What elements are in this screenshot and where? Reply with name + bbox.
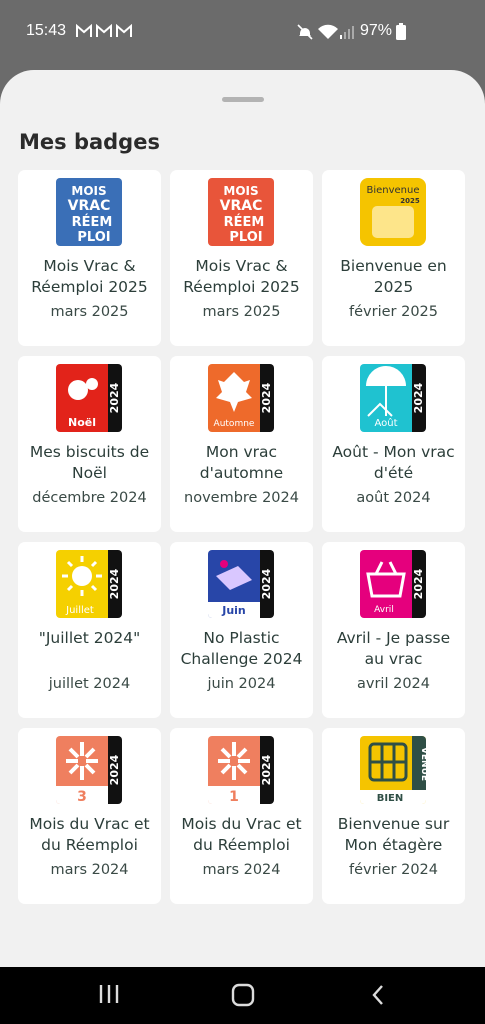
gmail-notification-icons	[76, 23, 136, 43]
mois-vrac-3-badge: 2024 3	[56, 736, 122, 804]
page-title: Mes badges	[19, 130, 160, 154]
badge-card[interactable]: 2024 Juin No Plastic Challenge 2024 juin…	[170, 542, 313, 718]
svg-text:Juin: Juin	[221, 604, 246, 617]
svg-text:RÉEM: RÉEM	[224, 214, 265, 230]
badge-name: Mois Vrac & Réemploi 2025	[183, 257, 300, 296]
badge-card[interactable]: 2024 Noël Mes biscuits de Noël décembre …	[18, 356, 161, 532]
bienvenue-2025-badge: Bienvenue 2025	[360, 178, 426, 246]
badge-name: No Plastic Challenge 2024	[180, 629, 303, 668]
svg-text:2024: 2024	[412, 382, 425, 413]
badge-name: Mois du Vrac et du Réemploi	[181, 815, 302, 854]
svg-text:2024: 2024	[108, 754, 121, 785]
signal-icon	[340, 24, 354, 45]
badge-card[interactable]: 2024 1 Mois du Vrac et du Réemploi mars …	[170, 728, 313, 904]
svg-text:PLOI: PLOI	[77, 230, 110, 245]
noel-2024-badge: 2024 Noël	[56, 364, 122, 432]
svg-text:2024: 2024	[108, 382, 121, 413]
badge-card[interactable]: 2024 Juillet "Juillet 2024" juillet 2024	[18, 542, 161, 718]
svg-text:1: 1	[229, 789, 239, 804]
badge-name: Bienvenue sur Mon étagère	[337, 815, 450, 854]
svg-text:PLOI: PLOI	[229, 230, 262, 245]
badge-name: Bienvenue en 2025	[340, 257, 447, 296]
mois-vrac-reemploi-orange-badge: MOIS VRAC RÉEM PLOI	[208, 178, 274, 246]
badge-name: Mois Vrac & Réemploi 2025	[31, 257, 148, 296]
aout-2024-badge: 2024 Août	[360, 364, 426, 432]
svg-text:3: 3	[77, 789, 87, 804]
svg-text:Bienvenue: Bienvenue	[366, 185, 419, 196]
automne-2024-badge: 2024 Automne	[208, 364, 274, 432]
badge-name: Mes biscuits de Noël	[29, 443, 150, 482]
badge-card[interactable]: 2024 Août Août - Mon vrac d'été août 202…	[322, 356, 465, 532]
svg-text:2024: 2024	[412, 568, 425, 599]
badge-name: "Juillet 2024"	[38, 629, 141, 647]
svg-text:2024: 2024	[260, 382, 273, 413]
juin-2024-badge: 2024 Juin	[208, 550, 274, 618]
badge-date: décembre 2024	[32, 490, 147, 506]
recent-apps-icon[interactable]	[96, 983, 126, 1009]
juillet-2024-badge: 2024 Juillet	[56, 550, 122, 618]
badges-bottom-sheet: Mes badges MOIS VRAC RÉEM PLOI Mois Vrac…	[0, 70, 485, 967]
svg-text:RÉEM: RÉEM	[72, 214, 113, 230]
badge-date: août 2024	[356, 490, 431, 506]
badge-date: mars 2024	[50, 862, 129, 878]
back-icon[interactable]	[368, 983, 398, 1009]
mois-vrac-1-badge: 2024 1	[208, 736, 274, 804]
badge-card[interactable]: VENUE BIEN Bienvenue sur Mon étagère fév…	[322, 728, 465, 904]
badge-date: avril 2024	[357, 676, 430, 692]
svg-text:2024: 2024	[260, 568, 273, 599]
svg-text:VENUE: VENUE	[419, 747, 426, 781]
badge-date: novembre 2024	[184, 490, 299, 506]
badge-date: mars 2025	[50, 304, 129, 320]
battery-percent: 97%	[360, 22, 393, 39]
svg-text:Août: Août	[374, 417, 397, 429]
badge-card[interactable]: Bienvenue 2025 Bienvenue en 2025 février…	[322, 170, 465, 346]
svg-text:2024: 2024	[260, 754, 273, 785]
badge-name: Mois du Vrac et du Réemploi	[29, 815, 150, 854]
avril-2024-badge: 2024 Avril	[360, 550, 426, 618]
badge-date: février 2025	[349, 304, 438, 320]
svg-text:Avril: Avril	[374, 605, 394, 615]
home-icon[interactable]	[230, 983, 260, 1009]
svg-text:Noël: Noël	[68, 416, 96, 429]
svg-text:MOIS: MOIS	[71, 184, 106, 198]
bienvenue-etagere-badge: VENUE BIEN	[360, 736, 426, 804]
sheet-drag-handle[interactable]	[222, 97, 264, 102]
badge-date: juin 2024	[207, 676, 276, 692]
badge-date: mars 2024	[202, 862, 281, 878]
svg-text:VRAC: VRAC	[68, 198, 111, 214]
wifi-icon	[318, 24, 338, 45]
badge-card[interactable]: MOIS VRAC RÉEM PLOI Mois Vrac & Réemploi…	[18, 170, 161, 346]
svg-text:BIEN: BIEN	[377, 793, 404, 804]
battery-icon	[396, 23, 406, 45]
badge-date: février 2024	[349, 862, 438, 878]
mois-vrac-reemploi-blue-badge: MOIS VRAC RÉEM PLOI	[56, 178, 122, 246]
badge-name: Août - Mon vrac d'été	[332, 443, 455, 482]
svg-text:2024: 2024	[108, 568, 121, 599]
svg-text:Automne: Automne	[214, 419, 255, 429]
svg-text:Juillet: Juillet	[65, 605, 94, 616]
badge-name: Avril - Je passe au vrac	[336, 629, 451, 668]
svg-text:2025: 2025	[400, 197, 420, 205]
navigation-bar	[0, 967, 485, 1024]
badges-grid: MOIS VRAC RÉEM PLOI Mois Vrac & Réemploi…	[18, 170, 465, 904]
badge-date: juillet 2024	[48, 676, 131, 692]
svg-text:MOIS: MOIS	[223, 184, 258, 198]
mute-icon	[297, 24, 313, 45]
badge-card[interactable]: 2024 3 Mois du Vrac et du Réemploi mars …	[18, 728, 161, 904]
status-time: 15:43	[26, 22, 67, 39]
svg-text:VRAC: VRAC	[220, 198, 263, 214]
status-bar: 15:43 97%	[0, 0, 485, 64]
badge-card[interactable]: 2024 Avril Avril - Je passe au vrac avri…	[322, 542, 465, 718]
badge-name: Mon vrac d'automne	[199, 443, 284, 482]
badge-date: mars 2025	[202, 304, 281, 320]
badge-card[interactable]: MOIS VRAC RÉEM PLOI Mois Vrac & Réemploi…	[170, 170, 313, 346]
badge-card[interactable]: 2024 Automne Mon vrac d'automne novembre…	[170, 356, 313, 532]
